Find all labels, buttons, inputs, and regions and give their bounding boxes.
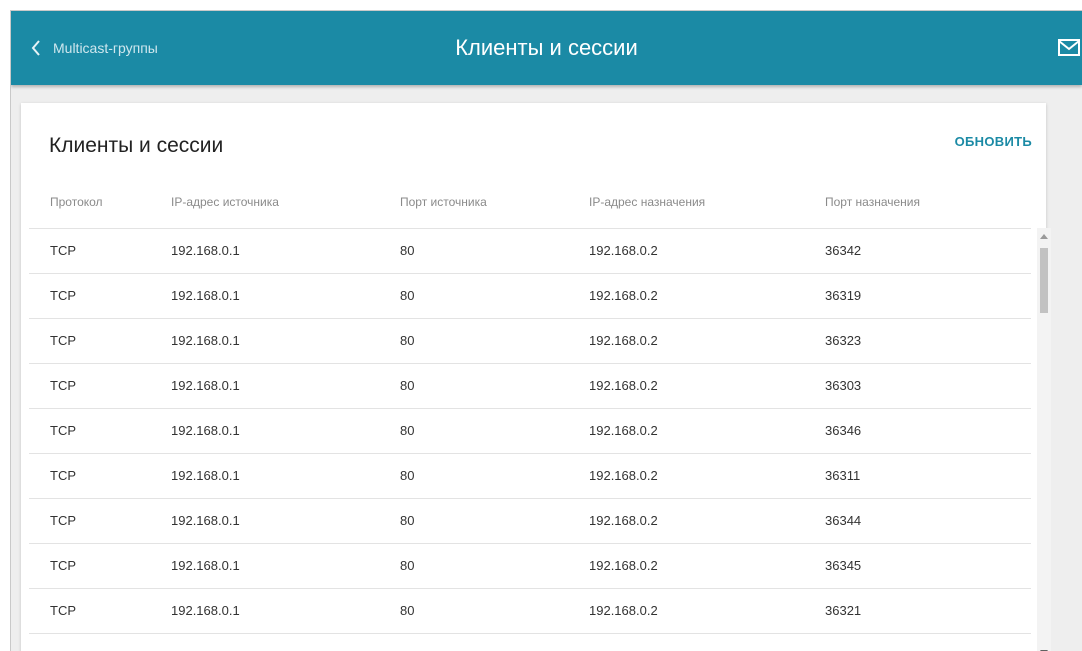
- table-row[interactable]: TCP 192.168.0.1 80 192.168.0.2 36346: [29, 409, 1031, 454]
- cell-protocol: TCP: [50, 333, 76, 348]
- table-row[interactable]: TCP 192.168.0.1 80 192.168.0.2 36319: [29, 274, 1031, 319]
- cell-protocol: TCP: [50, 634, 76, 651]
- cell-source-ip: 192.168.0.1: [171, 288, 240, 303]
- cell-dest-port: 36310: [825, 634, 861, 651]
- table-header: Протокол IP-адрес источника Порт источни…: [21, 195, 1046, 217]
- cell-dest-port: 36345: [825, 558, 862, 573]
- cell-dest-port: 36303: [825, 378, 862, 393]
- cell-source-port: 80: [400, 243, 415, 258]
- cell-dest-ip: 192.168.0.2: [589, 558, 658, 573]
- cell-dest-ip: 192.168.0.2: [589, 634, 658, 651]
- scroll-up-arrow-icon[interactable]: [1040, 234, 1048, 239]
- cell-dest-port: 36344: [825, 513, 862, 528]
- table-row[interactable]: TCP 192.168.0.1 80 192.168.0.2 36344: [29, 499, 1031, 544]
- cell-dest-ip: 192.168.0.2: [589, 603, 658, 618]
- table-scrollbar[interactable]: [1037, 228, 1051, 651]
- table-row[interactable]: TCP 192.168.0.1 80 192.168.0.2 36321: [29, 589, 1031, 634]
- cell-protocol: TCP: [50, 243, 76, 258]
- cell-source-port: 80: [400, 333, 415, 348]
- cell-protocol: TCP: [50, 468, 76, 483]
- cell-dest-ip: 192.168.0.2: [589, 243, 658, 258]
- cell-protocol: TCP: [50, 288, 76, 303]
- table-row[interactable]: TCP 192.168.0.1 80 192.168.0.2 36323: [29, 319, 1031, 364]
- page-title: Клиенты и сессии: [455, 35, 638, 60]
- cell-protocol: TCP: [50, 558, 76, 573]
- column-header-source-port[interactable]: Порт источника: [400, 195, 487, 209]
- app-frame: Multicast-группы Клиенты и сессии Клиент…: [10, 10, 1082, 651]
- cell-dest-ip: 192.168.0.2: [589, 378, 658, 393]
- top-bar: Multicast-группы Клиенты и сессии: [11, 11, 1082, 85]
- cell-protocol: TCP: [50, 423, 76, 438]
- cell-source-ip: 192.168.0.1: [171, 468, 240, 483]
- cell-source-ip: 192.168.0.1: [171, 243, 240, 258]
- cell-dest-ip: 192.168.0.2: [589, 333, 658, 348]
- cell-dest-ip: 192.168.0.2: [589, 288, 658, 303]
- cell-dest-port: 36319: [825, 288, 862, 303]
- cell-protocol: TCP: [50, 603, 76, 618]
- cell-dest-port: 36342: [825, 243, 862, 258]
- sessions-card: Клиенты и сессии ОБНОВИТЬ Протокол IP-ад…: [21, 103, 1051, 651]
- cell-dest-ip: 192.168.0.2: [589, 513, 658, 528]
- cell-protocol: TCP: [50, 513, 76, 528]
- column-header-protocol[interactable]: Протокол: [50, 195, 103, 209]
- cell-source-ip: 192.168.0.1: [171, 558, 240, 573]
- mail-icon[interactable]: [1056, 37, 1082, 59]
- cell-source-port: 80: [400, 468, 415, 483]
- column-header-source-ip[interactable]: IP-адрес источника: [171, 195, 279, 209]
- cell-source-port: 80: [400, 558, 415, 573]
- cell-dest-ip: 192.168.0.2: [589, 468, 658, 483]
- refresh-button[interactable]: ОБНОВИТЬ: [955, 133, 1032, 151]
- cell-source-port: 80: [400, 378, 415, 393]
- cell-source-port: 80: [400, 288, 415, 303]
- card-title: Клиенты и сессии: [49, 134, 224, 157]
- cell-source-port: 80: [400, 603, 415, 618]
- cell-source-ip: 192.168.0.1: [171, 378, 240, 393]
- cell-dest-port: 36321: [825, 603, 862, 618]
- sessions-table-body: TCP 192.168.0.1 80 192.168.0.2 36342 TCP…: [29, 228, 1031, 651]
- cell-protocol: TCP: [50, 378, 76, 393]
- table-row[interactable]: TCP 192.168.0.1 80 192.168.0.2 36303: [29, 364, 1031, 409]
- scrollbar-thumb[interactable]: [1040, 248, 1048, 313]
- cell-source-ip: 192.168.0.1: [171, 603, 240, 618]
- cell-dest-port: 36311: [825, 468, 861, 483]
- cell-source-port: 80: [400, 513, 415, 528]
- cell-source-ip: 192.168.0.1: [171, 513, 240, 528]
- cell-dest-ip: 192.168.0.2: [589, 423, 658, 438]
- table-row[interactable]: TCP 192.168.0.1 80 192.168.0.2 36310: [29, 634, 1031, 651]
- cell-source-ip: 192.168.0.1: [171, 333, 240, 348]
- cell-source-port: 80: [400, 423, 415, 438]
- table-row[interactable]: TCP 192.168.0.1 80 192.168.0.2 36345: [29, 544, 1031, 589]
- cell-source-port: 80: [400, 634, 414, 651]
- column-header-dest-port[interactable]: Порт назначения: [825, 195, 920, 209]
- column-header-dest-ip[interactable]: IP-адрес назначения: [589, 195, 705, 209]
- cell-dest-port: 36346: [825, 423, 862, 438]
- cell-dest-port: 36323: [825, 333, 862, 348]
- table-row[interactable]: TCP 192.168.0.1 80 192.168.0.2 36342: [29, 229, 1031, 274]
- cell-source-ip: 192.168.0.1: [171, 423, 240, 438]
- cell-source-ip: 192.168.0.1: [171, 634, 240, 651]
- table-row[interactable]: TCP 192.168.0.1 80 192.168.0.2 36311: [29, 454, 1031, 499]
